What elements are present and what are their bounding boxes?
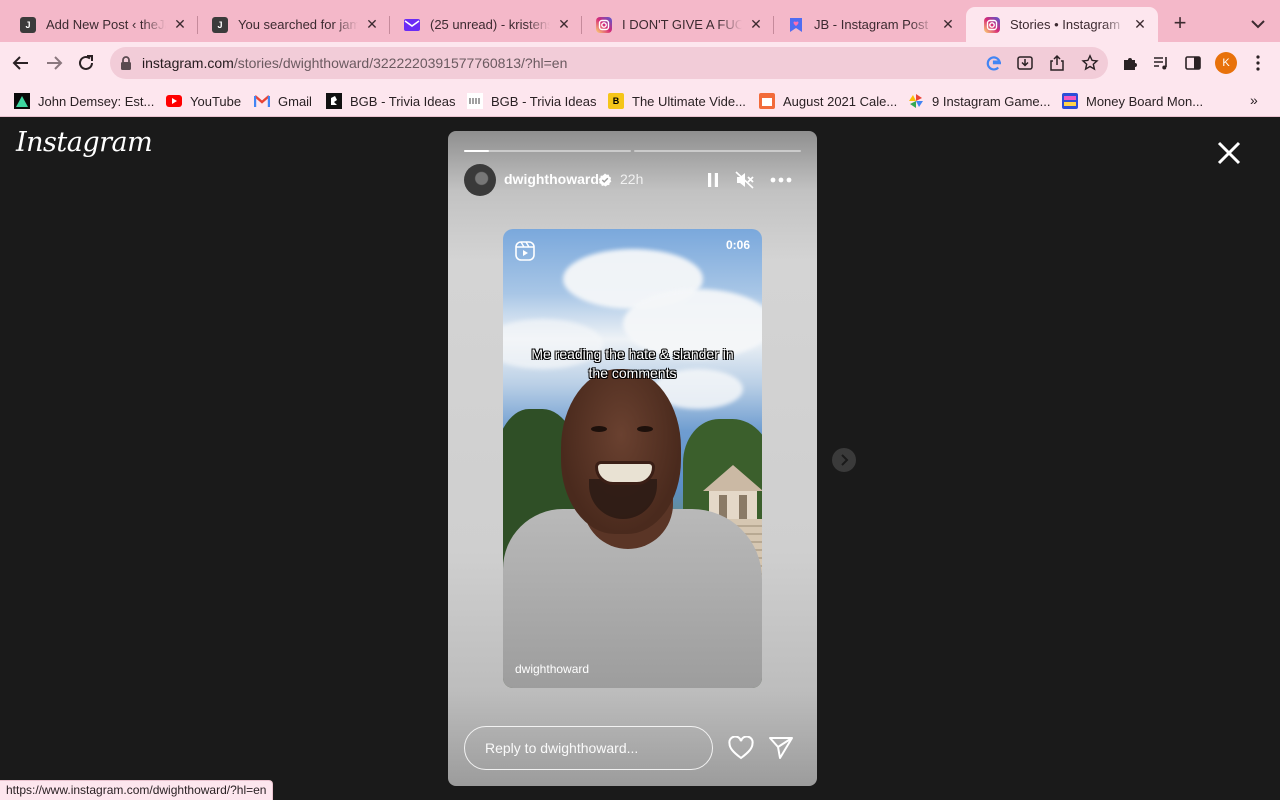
install-app-icon[interactable] — [1015, 53, 1035, 73]
google-lens-icon[interactable] — [984, 53, 1004, 73]
link-status-bar: https://www.instagram.com/dwighthoward/?… — [0, 780, 274, 800]
story-progress-bar — [464, 150, 631, 152]
video-person — [637, 426, 653, 432]
story-header: dwighthoward 22h — [464, 164, 801, 196]
video-person — [591, 426, 607, 432]
tab-mail[interactable]: (25 unread) - kristens ✕ — [386, 7, 582, 42]
story-username[interactable]: dwighthoward — [504, 171, 599, 187]
verified-badge-icon — [598, 173, 612, 187]
browser-toolbar: instagram.com/stories/dwighthoward/32222… — [0, 42, 1280, 84]
story-timestamp: 22h — [620, 171, 644, 187]
close-icon[interactable] — [1215, 139, 1243, 167]
instagram-icon — [596, 16, 612, 33]
bgb-icon — [326, 93, 342, 109]
bookmark-money-board[interactable]: Money Board Mon... — [1062, 91, 1203, 111]
video-watermark: dwighthoward — [515, 662, 590, 676]
more-bookmarks-chevron-icon[interactable]: » — [1250, 92, 1258, 108]
send-icon[interactable] — [768, 735, 794, 761]
bookmark-bgb-trivia-1[interactable]: BGB - Trivia Ideas — [326, 91, 455, 111]
bookmark-bgb-trivia-2[interactable]: BGB - Trivia Ideas — [467, 91, 596, 111]
close-icon[interactable]: ✕ — [1132, 16, 1148, 33]
bookmarks-bar: John Demsey: Est... YouTube Gmail BGB - … — [0, 84, 1280, 117]
bookmark-ultimate-video[interactable]: B The Ultimate Vide... — [608, 91, 746, 111]
close-icon[interactable]: ✕ — [364, 16, 380, 33]
lock-icon[interactable] — [120, 56, 132, 75]
story-video[interactable]: 0:06 Me reading the hate & slander in th… — [503, 229, 762, 688]
tab-instagram-post[interactable]: I DON'T GIVE A FUCK ✕ — [578, 7, 774, 42]
story-progress-bar — [634, 150, 801, 152]
story-viewer[interactable]: dwighthoward 22h 0:06 Me reading the hat… — [448, 131, 817, 786]
reload-icon[interactable] — [74, 51, 98, 75]
reels-icon — [515, 241, 535, 261]
tab-add-new-post[interactable]: J Add New Post ‹ theJa ✕ — [2, 7, 198, 42]
video-duration: 0:06 — [725, 238, 750, 252]
star-bookmark-icon[interactable] — [1080, 53, 1100, 73]
instagram-stories-page: Instagram dwighthoward 22h 0:06 Me readi… — [0, 117, 1280, 800]
profile-avatar[interactable]: K — [1215, 52, 1237, 74]
youtube-icon — [166, 93, 182, 109]
reply-field[interactable] — [464, 726, 713, 770]
reply-input[interactable] — [465, 727, 712, 769]
heart-icon[interactable] — [728, 735, 754, 760]
close-icon[interactable]: ✕ — [940, 16, 956, 33]
video-caption: Me reading the hate & slander in the com… — [531, 346, 734, 381]
instagram-icon — [984, 16, 1000, 33]
bookmark-gmail[interactable]: Gmail — [254, 91, 312, 111]
tab-search-results[interactable]: J You searched for jami ✕ — [194, 7, 390, 42]
bars-icon — [467, 93, 483, 109]
triangle-icon — [14, 93, 30, 109]
media-control-icon[interactable] — [1151, 53, 1171, 73]
bookmark-august-calendar[interactable]: August 2021 Cale... — [759, 91, 897, 111]
jamie-site-icon: J — [20, 16, 36, 33]
tab-strip: J Add New Post ‹ theJa ✕ J You searched … — [0, 0, 1280, 42]
chevron-down-icon[interactable] — [1248, 14, 1268, 34]
mail-icon — [404, 17, 420, 33]
jamie-site-icon: J — [212, 16, 228, 33]
close-icon[interactable]: ✕ — [748, 16, 764, 33]
tab-stories-instagram[interactable]: Stories • Instagram ✕ — [966, 7, 1158, 42]
bookmark-instagram-games[interactable]: 9 Instagram Game... — [908, 91, 1051, 111]
muted-speaker-icon[interactable] — [733, 168, 757, 192]
kebab-menu-icon[interactable] — [1248, 53, 1268, 73]
new-tab-plus-icon[interactable]: + — [1168, 12, 1192, 36]
calendar-icon — [759, 93, 775, 109]
bookmark-john-demsey[interactable]: John Demsey: Est... — [14, 91, 154, 111]
b-icon: B — [608, 93, 624, 109]
instagram-logo[interactable]: Instagram — [16, 127, 153, 158]
gmail-icon — [254, 93, 270, 109]
address-bar[interactable]: instagram.com/stories/dwighthoward/32222… — [110, 47, 1108, 79]
forward-arrow-icon[interactable] — [42, 51, 66, 75]
video-person — [595, 461, 655, 485]
share-icon[interactable] — [1047, 53, 1067, 73]
next-story-chevron-icon[interactable] — [832, 448, 856, 472]
bookmark-youtube[interactable]: YouTube — [166, 91, 241, 111]
avatar[interactable] — [464, 164, 496, 196]
bookmark-heart-icon — [788, 17, 804, 33]
tab-jb-instagram-post[interactable]: JB - Instagram Post ✕ — [770, 7, 966, 42]
back-arrow-icon[interactable] — [9, 51, 33, 75]
board-icon — [1062, 93, 1078, 109]
close-icon[interactable]: ✕ — [556, 16, 572, 33]
video-scenery — [703, 465, 762, 491]
pinwheel-icon — [908, 93, 924, 109]
more-options-icon[interactable] — [769, 168, 793, 192]
extensions-puzzle-icon[interactable] — [1120, 53, 1140, 73]
url-text[interactable]: instagram.com/stories/dwighthoward/32222… — [142, 55, 567, 71]
pause-icon[interactable] — [701, 168, 725, 192]
close-icon[interactable]: ✕ — [172, 16, 188, 33]
side-panel-icon[interactable] — [1183, 53, 1203, 73]
